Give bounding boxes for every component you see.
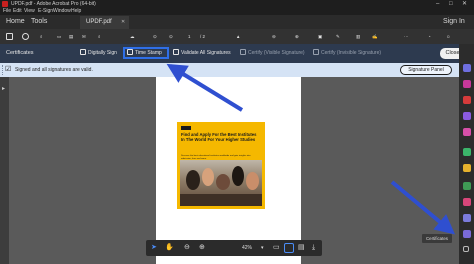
annotation-arrows [166, 63, 456, 235]
annotation-arrow-timestamp [166, 63, 244, 112]
annotation-arrow-certificates [390, 180, 456, 235]
